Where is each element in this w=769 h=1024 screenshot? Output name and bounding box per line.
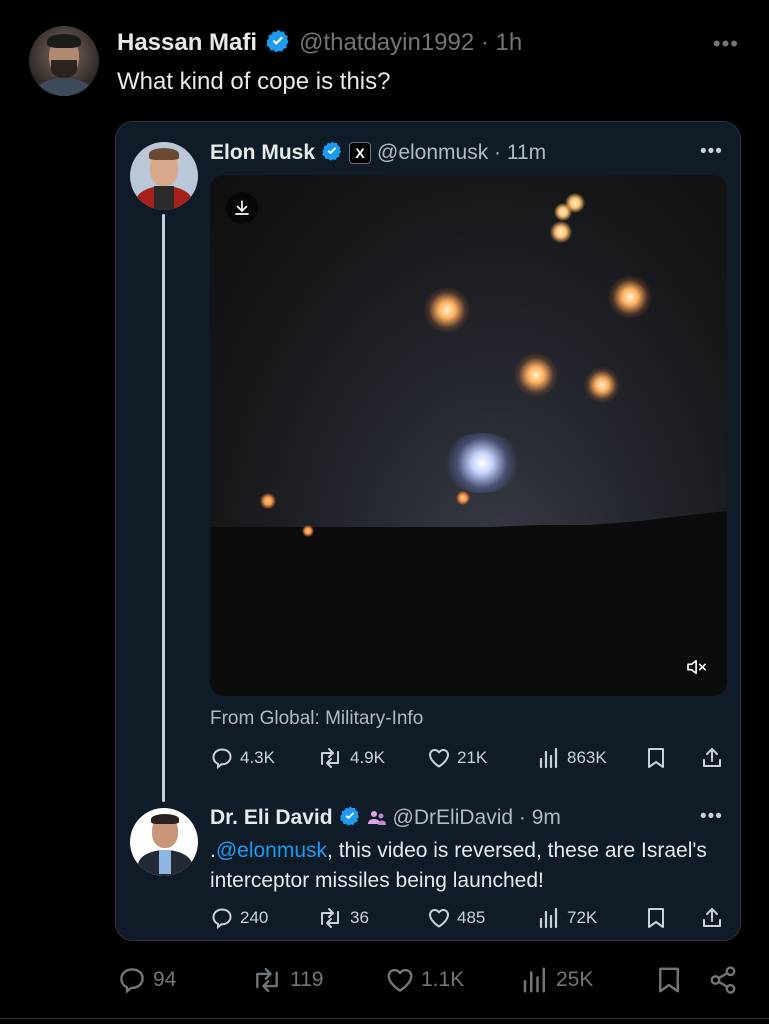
like-button[interactable]: 1.1K: [385, 965, 464, 995]
light-flare: [584, 367, 620, 403]
retweet-count: 4.9K: [350, 748, 385, 767]
heart-icon: [387, 968, 413, 992]
bookmark-button[interactable]: [645, 906, 673, 930]
views-chart-icon: [539, 907, 558, 929]
reply-icon: [212, 748, 232, 770]
people-affiliation-icon: [367, 808, 387, 828]
retweet-button[interactable]: 36: [316, 906, 369, 930]
like-button[interactable]: 21K: [427, 746, 487, 770]
verified-badge-icon: [265, 28, 291, 59]
verified-badge-icon: [321, 140, 343, 167]
light-flare: [514, 353, 558, 397]
bookmark-button[interactable]: [645, 746, 673, 770]
outer-tweet-header: Hassan Mafi @thatdayin1992 · 1h: [117, 28, 522, 58]
bookmark-icon: [659, 967, 679, 993]
reply-count: 240: [240, 908, 269, 927]
download-icon[interactable]: [226, 192, 258, 224]
reply-button[interactable]: 240: [210, 906, 268, 930]
tweet-text: What kind of cope is this?: [117, 68, 391, 95]
views-chart-icon: [539, 747, 558, 769]
like-count: 485: [457, 908, 486, 927]
author-name[interactable]: Hassan Mafi: [117, 29, 257, 57]
reply-count: 4.3K: [240, 748, 275, 767]
light-flare: [302, 525, 314, 537]
thread-connector-line: [162, 214, 165, 802]
retweet-count: 119: [290, 968, 324, 991]
retweet-button[interactable]: 4.9K: [316, 746, 385, 770]
light-flare: [456, 491, 470, 505]
reply-author-handle[interactable]: @DrEliDavid · 9m: [393, 806, 561, 830]
light-flare: [550, 221, 572, 243]
views-count: 863K: [567, 748, 607, 767]
views-button[interactable]: 25K: [520, 965, 593, 995]
hassan-mafi-avatar[interactable]: [29, 26, 99, 96]
heart-icon: [429, 749, 449, 768]
views-count: 25K: [556, 968, 594, 991]
x-affiliation-badge-icon: X: [349, 142, 372, 164]
views-chart-icon: [523, 967, 545, 993]
share-button[interactable]: [700, 906, 730, 930]
video-player[interactable]: [210, 175, 727, 696]
reply-tweet-header: Dr. Eli David @DrEliDavid · 9m: [210, 804, 561, 832]
reply-icon: [120, 968, 144, 994]
light-flare: [260, 493, 276, 509]
reply-text: .@elonmusk, this video is reversed, thes…: [210, 836, 710, 896]
reply-icon: [212, 908, 232, 930]
quoted-author-name[interactable]: Elon Musk: [210, 141, 315, 165]
verified-badge-icon: [339, 805, 361, 832]
bright-flare: [442, 433, 522, 493]
share-button[interactable]: [708, 965, 744, 995]
like-count: 21K: [457, 748, 488, 767]
retweet-icon: [321, 908, 339, 928]
reply-count: 94: [153, 968, 177, 991]
dark-ground: [210, 527, 727, 696]
bookmark-button[interactable]: [655, 965, 689, 995]
share-icon: [703, 908, 721, 927]
reply-button[interactable]: 4.3K: [210, 746, 275, 770]
mute-icon[interactable]: [682, 653, 712, 681]
author-handle[interactable]: @thatdayin1992 · 1h: [299, 29, 522, 57]
mention-link[interactable]: @elonmusk: [216, 839, 327, 862]
bookmark-icon: [648, 748, 664, 768]
views-button[interactable]: 863K: [537, 746, 607, 770]
like-count: 1.1K: [421, 968, 465, 991]
retweet-icon: [321, 748, 339, 768]
heart-icon: [429, 909, 449, 928]
retweet-count: 36: [350, 908, 369, 927]
like-button[interactable]: 485: [427, 906, 485, 930]
more-options-icon[interactable]: •••: [700, 141, 723, 163]
more-options-icon[interactable]: •••: [700, 806, 723, 828]
bookmark-icon: [648, 908, 664, 928]
media-source-label[interactable]: From Global: Military-Info: [210, 708, 423, 730]
share-button[interactable]: [700, 746, 730, 770]
quoted-tweet-header: Elon Musk X @elonmusk · 11m: [210, 139, 546, 167]
light-flare: [554, 203, 572, 221]
light-flare: [424, 287, 470, 333]
eli-david-avatar[interactable]: [130, 808, 198, 876]
share-nodes-icon: [710, 966, 736, 994]
share-icon: [703, 748, 721, 767]
retweet-icon: [256, 967, 278, 993]
quoted-author-handle[interactable]: @elonmusk · 11m: [377, 141, 546, 165]
more-options-icon[interactable]: •••: [713, 31, 739, 57]
reply-author-name[interactable]: Dr. Eli David: [210, 806, 333, 830]
views-count: 72K: [567, 908, 598, 927]
divider: [0, 1018, 769, 1019]
light-flare: [608, 275, 652, 319]
views-button[interactable]: 72K: [537, 906, 597, 930]
retweet-button[interactable]: 119: [250, 965, 323, 995]
elon-musk-avatar[interactable]: [130, 142, 198, 210]
reply-button[interactable]: 94: [117, 965, 176, 995]
